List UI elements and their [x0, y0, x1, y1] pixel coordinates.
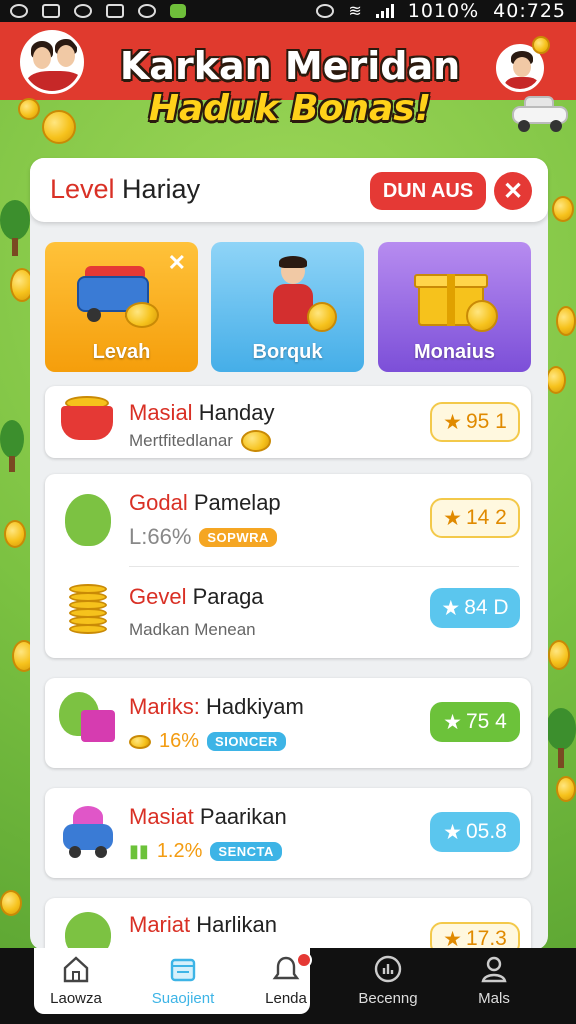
action-button[interactable]: DUN AUS: [370, 172, 486, 210]
coin-icon: [546, 366, 566, 394]
item-subtitle: L:66% SOPWRA: [129, 524, 277, 550]
nav-mals[interactable]: Mals: [444, 954, 544, 1007]
header-title: Karkan Meridan: [119, 44, 461, 88]
panel-title: Level Hariay: [50, 174, 200, 205]
item-title: Masiat Paarikan: [129, 804, 287, 829]
tile-borquk[interactable]: Borquk: [211, 242, 364, 372]
list-item[interactable]: Godal Pamelap L:66% SOPWRA ★ 14 2: [45, 474, 531, 566]
signal-icon: [375, 4, 394, 18]
list-item[interactable]: Mariks: Hadkiyam 16% SIONCER ★ 75 4: [45, 678, 531, 768]
item-tag: SIONCER: [207, 732, 286, 751]
game-app-icon: [170, 4, 186, 18]
sim-icon: [106, 4, 124, 18]
coin-icon: [548, 640, 570, 670]
navigation-icon: [10, 4, 28, 18]
car-icon: [512, 96, 568, 132]
close-icon[interactable]: ✕: [168, 250, 186, 276]
score-badge[interactable]: ★ 84 D: [430, 588, 520, 628]
tile-levah[interactable]: ✕ Levah: [45, 242, 198, 372]
avatar-couple[interactable]: [20, 30, 84, 94]
item-subtitle: ▮▮ 1.2% SENCTA: [129, 840, 282, 863]
star-icon: ★: [441, 596, 461, 620]
coin-icon: [18, 98, 40, 120]
coin-icon: [307, 302, 337, 332]
status-bar-right: ≋ 1010% 40:725: [316, 0, 566, 22]
list-item[interactable]: Gevel Paraga Madkan Menean ★ 84 D: [45, 566, 531, 658]
item-tag: SENCTA: [210, 842, 282, 861]
battery-level: 1010%: [407, 0, 480, 22]
star-icon: ★: [443, 410, 462, 434]
score-badge[interactable]: ★ 95 1: [430, 402, 520, 442]
notification-badge: [296, 952, 312, 968]
heart-icon: [74, 4, 92, 18]
item-title: Mariks: Hadkiyam: [129, 694, 304, 719]
monster-icon: [59, 490, 117, 548]
tree-icon: [546, 708, 576, 772]
chart-icon: [374, 955, 402, 983]
profile-icon: [481, 956, 507, 983]
nav-suaojient[interactable]: Suaojient: [133, 954, 233, 1007]
item-title: Masial Handay: [129, 400, 275, 425]
item-subtitle: Madkan Menean: [129, 620, 256, 639]
close-icon: ✕: [502, 177, 524, 205]
coin-icon: [532, 36, 550, 54]
star-icon: ★: [443, 820, 462, 844]
panel-header: Level Hariay DUN AUS ✕: [30, 158, 548, 222]
item-subtitle: Mertfitedlanar: [129, 430, 271, 452]
robot-icon: [59, 800, 117, 858]
nav-laowza[interactable]: Laowza: [26, 954, 126, 1007]
tile-monaius[interactable]: Monaius: [378, 242, 531, 372]
gift-monster-icon: [59, 692, 117, 750]
calendar-icon: [170, 958, 196, 982]
coin-icon: [466, 300, 498, 332]
tile-label: Borquk: [252, 341, 323, 363]
item-tag: SOPWRA: [199, 527, 277, 547]
item-subtitle: 16% SIONCER: [129, 730, 286, 753]
list-item[interactable]: Masiat Paarikan ▮▮ 1.2% SENCTA ★ 05.8: [45, 788, 531, 878]
coin-icon: [129, 734, 151, 749]
shield-icon: [138, 4, 156, 18]
coin-icon: [125, 302, 159, 328]
coin-icon: [0, 890, 22, 916]
nav-becenng[interactable]: Becenng: [338, 954, 438, 1007]
item-title: Mariat Harlikan: [129, 912, 277, 937]
item-title: Gevel Paraga: [129, 584, 264, 609]
coin-icon: [556, 776, 576, 802]
close-button[interactable]: ✕: [494, 172, 532, 210]
tree-icon: [0, 420, 24, 476]
status-bar-left: [10, 4, 186, 18]
image-icon: [42, 4, 60, 18]
list-group: Godal Pamelap L:66% SOPWRA ★ 14 2 Gevel P…: [45, 474, 531, 658]
tile-label: Monaius: [413, 341, 496, 363]
score-badge[interactable]: ★ 14 2: [430, 498, 520, 538]
star-icon: ★: [443, 710, 462, 734]
clock: 40:725: [493, 0, 566, 22]
star-icon: ★: [443, 506, 462, 530]
tile-label: Levah: [92, 341, 151, 363]
coin-icon: [42, 110, 76, 144]
coin-icon: [552, 196, 574, 222]
panel-title-rest: Hariay: [114, 174, 201, 204]
header-subtitle: Haduk Bonas!: [148, 88, 432, 129]
home-icon: [63, 956, 89, 983]
wifi-icon: ≋: [348, 3, 362, 20]
status-bar: ≋ 1010% 40:725: [0, 0, 576, 22]
tree-icon: [0, 200, 30, 260]
basket-icon: [59, 392, 117, 450]
score-badge[interactable]: ★ 05.8: [430, 812, 520, 852]
chart-bars-icon: ▮▮: [129, 841, 149, 861]
list-item[interactable]: Masial Handay Mertfitedlanar ★ 95 1: [45, 386, 531, 458]
score-badge[interactable]: ★ 75 4: [430, 702, 520, 742]
coin-icon: [556, 306, 576, 336]
item-title: Godal Pamelap: [129, 490, 281, 515]
alarm-icon: [316, 4, 335, 18]
coin-stack-icon: [59, 580, 117, 638]
coin-icon: [4, 520, 26, 548]
panel-title-prefix: Level: [50, 174, 115, 204]
coin-icon: [240, 430, 271, 452]
nav-lenda[interactable]: Lenda: [236, 954, 336, 1007]
